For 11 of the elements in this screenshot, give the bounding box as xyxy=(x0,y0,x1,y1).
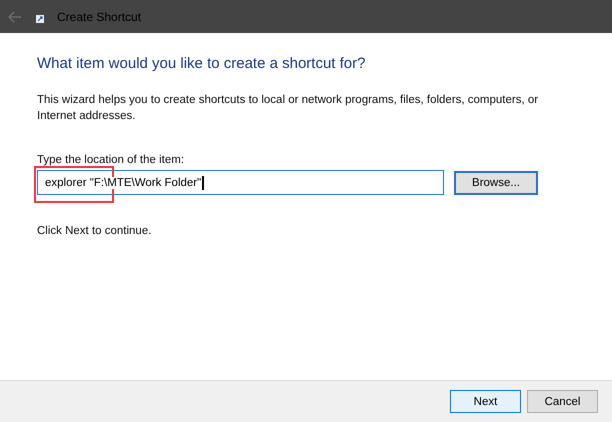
wizard-heading: What item would you like to create a shortcut for? xyxy=(37,55,366,72)
back-arrow-icon[interactable] xyxy=(8,10,22,22)
wizard-description: This wizard helps you to create shortcuts to local or network programs, files, folders, computers, or Internet addresses. xyxy=(37,93,540,124)
cancel-button[interactable]: Cancel xyxy=(527,390,598,413)
shortcut-icon xyxy=(36,14,44,22)
hint-text: Click Next to continue. xyxy=(37,225,152,237)
location-label: Type the location of the item: xyxy=(37,154,186,166)
location-field[interactable]: explorer "F:\MTE\Work Folder" xyxy=(37,170,444,195)
browse-button[interactable]: Browse... xyxy=(454,170,538,194)
window-title: Create Shortcut xyxy=(57,10,142,24)
next-button[interactable]: Next xyxy=(450,390,521,413)
